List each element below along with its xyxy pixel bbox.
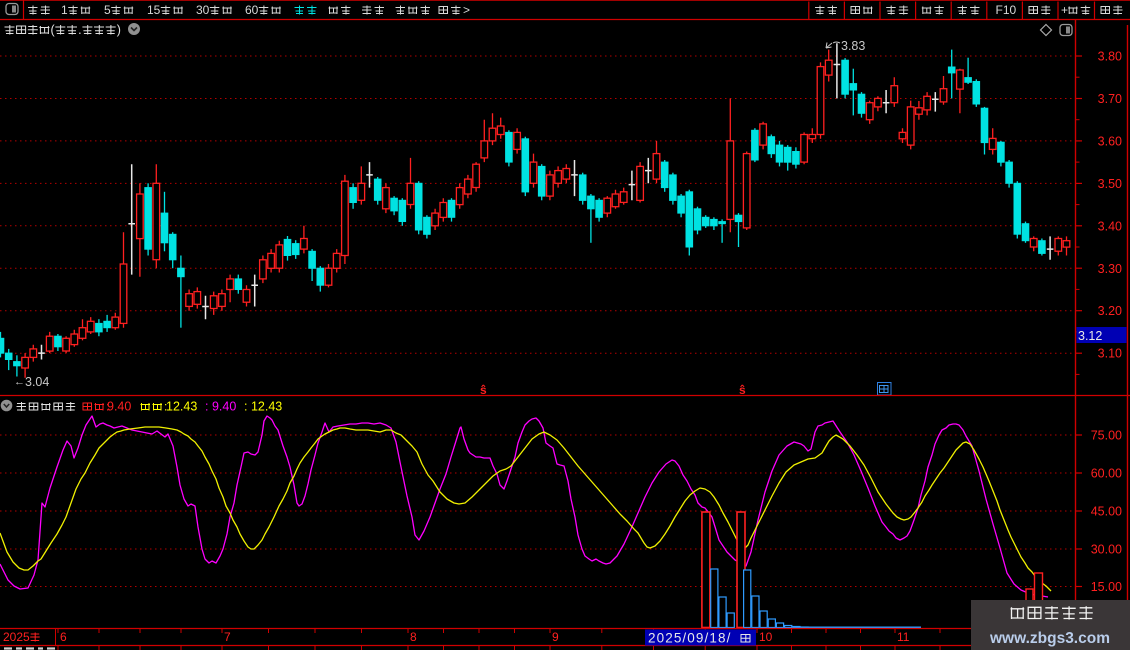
svg-text:30.00: 30.00 <box>1091 543 1122 557</box>
svg-text:3.10: 3.10 <box>1098 347 1122 361</box>
svg-text:+: + <box>1061 3 1068 17</box>
svg-text:←: ← <box>14 376 25 388</box>
svg-text:3.04: 3.04 <box>25 375 49 389</box>
svg-text:: 12.43: : 12.43 <box>244 400 282 414</box>
svg-text:8: 8 <box>410 630 417 644</box>
svg-text:30: 30 <box>196 3 210 17</box>
svg-text:10: 10 <box>759 630 773 644</box>
svg-text:2025: 2025 <box>3 630 30 644</box>
svg-text:60.00: 60.00 <box>1091 467 1122 481</box>
svg-text:3.80: 3.80 <box>1098 50 1122 64</box>
svg-text:6: 6 <box>60 630 67 644</box>
svg-text:45.00: 45.00 <box>1091 505 1122 519</box>
svg-text:: 9.40: : 9.40 <box>205 400 236 414</box>
svg-text:1: 1 <box>61 3 68 17</box>
svg-text:.: . <box>78 23 81 37</box>
svg-text:5: 5 <box>104 3 111 17</box>
svg-text:75.00: 75.00 <box>1091 429 1122 443</box>
svg-text:12.43: 12.43 <box>166 400 197 414</box>
svg-text:9.40: 9.40 <box>107 400 131 414</box>
svg-text:15.00: 15.00 <box>1091 580 1122 594</box>
svg-text:3.40: 3.40 <box>1098 219 1122 233</box>
svg-text:11: 11 <box>897 630 910 644</box>
svg-text:3.83: 3.83 <box>841 39 865 53</box>
svg-text:7: 7 <box>224 630 231 644</box>
svg-text:): ) <box>117 23 121 37</box>
svg-text:60: 60 <box>245 3 259 17</box>
svg-text:F10: F10 <box>996 3 1017 17</box>
svg-text:3.20: 3.20 <box>1098 304 1122 318</box>
svg-text:3.60: 3.60 <box>1098 134 1122 148</box>
svg-text:2025/09/18/: 2025/09/18/ <box>648 631 731 646</box>
svg-text:3.30: 3.30 <box>1098 262 1122 276</box>
svg-text:3.12: 3.12 <box>1078 329 1102 343</box>
svg-text:3.70: 3.70 <box>1098 92 1122 106</box>
svg-text:9: 9 <box>552 630 559 644</box>
svg-text:15: 15 <box>147 3 161 17</box>
svg-text:>: > <box>463 3 470 17</box>
svg-text:www.zbgs3.com: www.zbgs3.com <box>989 630 1110 647</box>
svg-text:3.50: 3.50 <box>1098 177 1122 191</box>
